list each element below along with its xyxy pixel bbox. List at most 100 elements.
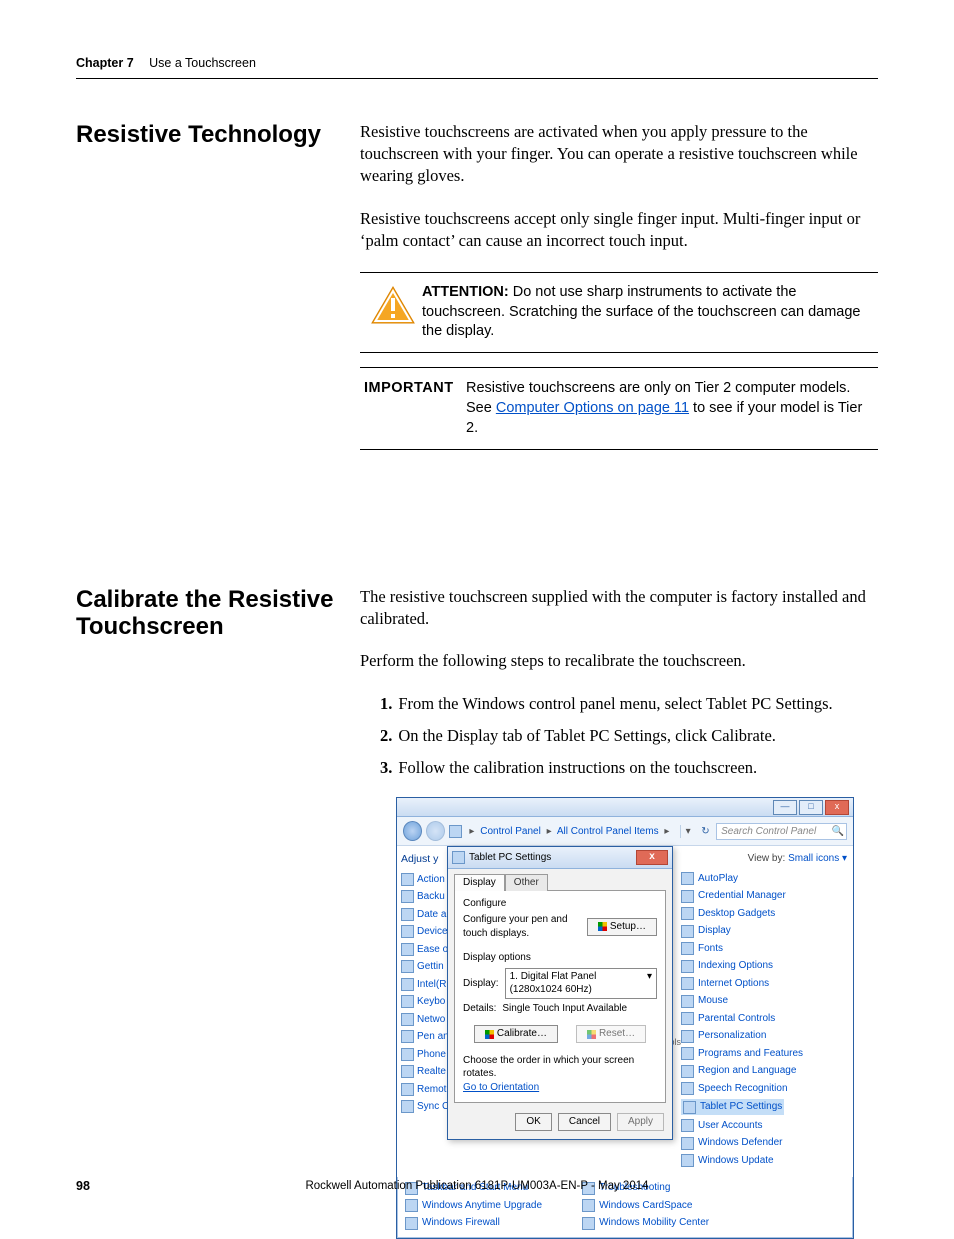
mouse-icon	[681, 995, 694, 1008]
search-placeholder: Search Control Panel	[721, 826, 816, 837]
list-item[interactable]: Display	[681, 924, 847, 938]
viewby-label: View by:	[748, 853, 786, 864]
list-item[interactable]: AutoPlay	[681, 872, 847, 886]
viewby-value[interactable]: Small icons ▾	[788, 853, 847, 864]
list-item[interactable]: Programs and Features	[681, 1047, 847, 1061]
list-item[interactable]: Pen an	[401, 1030, 445, 1044]
flag-icon	[401, 873, 414, 886]
defender-icon	[681, 1137, 694, 1150]
list-item[interactable]: Credential Manager	[681, 889, 847, 903]
reset-button[interactable]: Reset…	[576, 1025, 646, 1043]
control-panel-right: View by: Small icons ▾ AutoPlay Credenti…	[671, 846, 853, 1177]
list-item[interactable]: Remot	[401, 1083, 445, 1097]
list-item[interactable]: Action	[401, 873, 445, 887]
update-icon	[681, 1154, 694, 1167]
section-resistive-technology: Resistive Technology Resistive touchscre…	[76, 121, 878, 490]
dialog-titlebar: Tablet PC Settings x	[448, 847, 672, 869]
publication-line: Rockwell Automation Publication 6181P-UM…	[0, 1179, 954, 1195]
list-item[interactable]: Internet Options	[681, 977, 847, 991]
list-item[interactable]: Date a	[401, 908, 445, 922]
list-item[interactable]: Speech Recognition	[681, 1082, 847, 1096]
section-body: Resistive touchscreens are activated whe…	[360, 121, 878, 490]
list-item[interactable]: Windows Firewall	[405, 1216, 542, 1230]
calibrate-button[interactable]: Calibrate…	[474, 1025, 558, 1043]
cardspace-icon	[582, 1199, 595, 1212]
list-item[interactable]: Phone	[401, 1048, 445, 1062]
list-item[interactable]: Keybo	[401, 995, 445, 1009]
window-titlebar: — □ x	[397, 798, 853, 817]
step-item: 1.From the Windows control panel menu, s…	[388, 693, 878, 715]
minimize-icon[interactable]: —	[773, 800, 797, 815]
phone-icon	[401, 1048, 414, 1061]
list-item[interactable]: Windows Defender	[681, 1136, 847, 1150]
crumb-level2[interactable]: All Control Panel Items	[557, 826, 659, 837]
adjust-heading: Adjust y	[401, 852, 445, 866]
list-item[interactable]: Netwo	[401, 1013, 445, 1027]
list-item[interactable]: Gettin	[401, 960, 445, 974]
list-item[interactable]: Parental Controls	[681, 1012, 847, 1026]
list-item[interactable]: Windows Update	[681, 1154, 847, 1168]
gadgets-icon	[681, 907, 694, 920]
display-select[interactable]: 1. Digital Flat Panel (1280x1024 60Hz) ▾	[505, 968, 657, 999]
close-icon[interactable]: x	[825, 800, 849, 815]
list-item[interactable]: Region and Language	[681, 1064, 847, 1078]
view-by: View by: Small icons ▾	[681, 852, 847, 866]
step-text: Follow the calibration instructions on t…	[398, 758, 757, 777]
computer-options-link[interactable]: Computer Options on page 11	[496, 400, 689, 416]
details-value: Single Touch Input Available	[502, 1002, 627, 1016]
list-item[interactable]: Indexing Options	[681, 959, 847, 973]
tab-other[interactable]: Other	[505, 874, 548, 891]
dialog-title: Tablet PC Settings	[469, 851, 551, 865]
device-icon	[401, 925, 414, 938]
keyboard-icon	[401, 995, 414, 1008]
region-icon	[681, 1065, 694, 1078]
sync-icon	[401, 1100, 414, 1113]
nav-forward-icon[interactable]	[426, 821, 445, 841]
address-dropdown-icon[interactable]: ▾	[680, 825, 694, 839]
list-item[interactable]: Backu	[401, 890, 445, 904]
list-item[interactable]: Device	[401, 925, 445, 939]
list-item[interactable]: Windows Mobility Center	[582, 1216, 709, 1230]
ok-button[interactable]: OK	[515, 1113, 551, 1131]
breadcrumb[interactable]: ▸ Control Panel ▸ All Control Panel Item…	[466, 825, 672, 839]
parental-icon	[681, 1012, 694, 1025]
step-text: From the Windows control panel menu, sel…	[398, 694, 832, 713]
list-item[interactable]: Desktop Gadgets	[681, 907, 847, 921]
intel-icon	[401, 978, 414, 991]
maximize-icon[interactable]: □	[799, 800, 823, 815]
anytime-icon	[405, 1199, 418, 1212]
chapter-number: Chapter 7	[76, 56, 134, 70]
list-item[interactable]: Windows Anytime Upgrade	[405, 1199, 542, 1213]
list-item-selected[interactable]: Tablet PC Settings	[681, 1099, 784, 1115]
search-input[interactable]: Search Control Panel 🔍	[716, 823, 847, 841]
paragraph: Resistive touchscreens are activated whe…	[360, 121, 878, 188]
paragraph: The resistive touchscreen supplied with …	[360, 586, 878, 631]
list-item[interactable]: Fonts	[681, 942, 847, 956]
go-to-orientation-link[interactable]: Go to Orientation	[463, 1082, 539, 1093]
list-item[interactable]: User Accounts	[681, 1119, 847, 1133]
list-item[interactable]: Intel(R	[401, 978, 445, 992]
refresh-icon[interactable]: ↻	[699, 825, 712, 839]
dialog-close-icon[interactable]: x	[636, 850, 668, 865]
nav-back-icon[interactable]	[403, 821, 422, 841]
section-heading: Resistive Technology	[76, 121, 360, 149]
list-item[interactable]: Realte	[401, 1065, 445, 1079]
speech-icon	[681, 1082, 694, 1095]
shield-icon	[587, 1030, 596, 1039]
setup-button[interactable]: Setup…	[587, 918, 657, 936]
dialog-panel: Configure Configure your pen and touch d…	[454, 890, 666, 1104]
cancel-button[interactable]: Cancel	[558, 1113, 611, 1131]
steps-list: 1.From the Windows control panel menu, s…	[360, 693, 878, 780]
tablet-pc-settings-dialog: Tablet PC Settings x Display Other Confi…	[447, 846, 673, 1140]
details-label: Details:	[463, 1002, 496, 1016]
list-item[interactable]: Windows CardSpace	[582, 1199, 709, 1213]
list-item[interactable]: Ease o	[401, 943, 445, 957]
tab-display[interactable]: Display	[454, 874, 505, 891]
apply-button[interactable]: Apply	[617, 1113, 664, 1131]
list-item[interactable]: Sync C	[401, 1100, 445, 1114]
list-item[interactable]: Personalization	[681, 1029, 847, 1043]
autoplay-icon	[681, 872, 694, 885]
list-item[interactable]: Mouse	[681, 994, 847, 1008]
display-icon	[681, 925, 694, 938]
crumb-root[interactable]: Control Panel	[480, 826, 541, 837]
